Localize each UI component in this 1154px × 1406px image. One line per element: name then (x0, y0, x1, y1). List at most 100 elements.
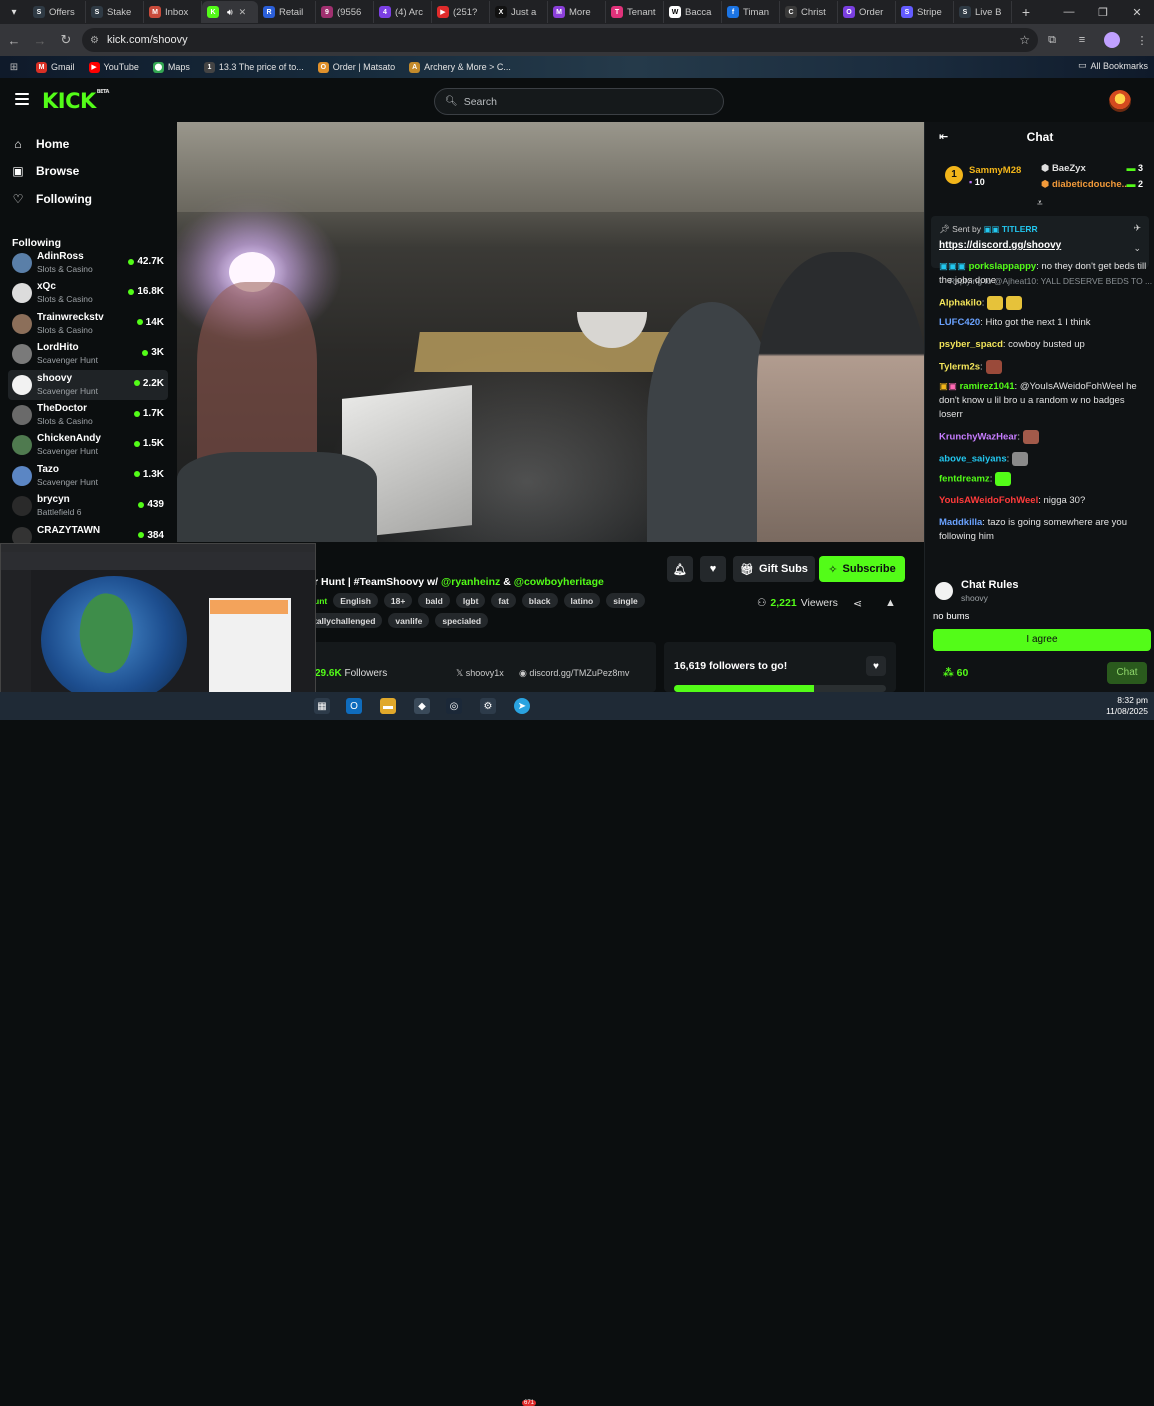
collapse-chat-icon[interactable]: ⇤ (939, 122, 948, 152)
settings-icon[interactable]: ⚙ (480, 698, 496, 714)
extensions-icon[interactable]: ⧉ (1040, 28, 1064, 52)
sidebar-channel-adinross[interactable]: AdinRoss Slots & Casino 42.7K (8, 248, 168, 278)
sidebar-channel-trainwreckstv[interactable]: Trainwreckstv Slots & Casino 14K (8, 309, 168, 339)
x-social-link[interactable]: 𝕏 shoovy1x (456, 668, 504, 679)
address-bar[interactable]: ⚙ kick.com/shoovy ☆ (82, 28, 1038, 52)
outlook-icon[interactable]: O (346, 698, 362, 714)
tab-search-button[interactable]: ▾ (0, 0, 28, 24)
apps-grid-icon[interactable]: ⊞ (2, 55, 26, 79)
discord-social-link[interactable]: ◉ discord.gg/TMZuPez8mv (519, 668, 629, 679)
game-launcher-icon[interactable]: ◆ (414, 698, 430, 714)
nav-browse[interactable]: ▣ Browse (12, 164, 79, 178)
system-clock[interactable]: 8:32 pm 11/08/2025 (1106, 695, 1148, 717)
sidebar-channel-xqc[interactable]: xQc Slots & Casino 16.8K (8, 278, 168, 308)
reload-icon[interactable]: ↻ (54, 28, 78, 52)
telegram-icon[interactable]: ➤ (514, 698, 530, 714)
new-tab-button[interactable]: + (1016, 2, 1036, 22)
close-window-icon[interactable]: ✕ (1120, 6, 1154, 19)
tag-chip[interactable]: 18+ (383, 593, 413, 608)
tag-chip[interactable]: bald (418, 593, 450, 608)
all-bookmarks[interactable]: ▭ All Bookmarks (1078, 60, 1148, 71)
share-icon[interactable]: ⋖ (853, 597, 862, 610)
tag-chip[interactable]: black (521, 593, 558, 608)
send-chat-button[interactable]: Chat (1107, 662, 1147, 684)
sidebar-channel-brycyn[interactable]: brycyn Battlefield 6 439 (8, 491, 168, 521)
follow-heart-button[interactable]: ♥ (700, 556, 726, 582)
maximize-icon[interactable]: ❐ (1086, 6, 1120, 19)
picture-in-picture-window[interactable] (0, 543, 316, 713)
file-explorer-icon[interactable]: ▬ (380, 698, 396, 714)
bookmark-item[interactable]: A Archery & More > C... (409, 61, 511, 73)
profile-avatar[interactable] (1100, 28, 1124, 52)
chat-username[interactable]: above_saiyans (939, 454, 1007, 465)
chat-username[interactable]: Alphakilo (939, 298, 982, 309)
browser-tab[interactable]: S Live B (954, 1, 1012, 23)
chat-username[interactable]: KrunchyWazHear (939, 432, 1017, 443)
nav-following[interactable]: ♡ Following (12, 192, 92, 206)
browser-tab[interactable]: 9 (9556 (316, 1, 374, 23)
browser-tab[interactable]: 4 (4) Arc (374, 1, 432, 23)
nav-home[interactable]: ⌂ Home (12, 137, 69, 151)
bookmark-item[interactable]: ▶ YouTube (88, 61, 139, 73)
tag-chip[interactable]: tallychallenged (314, 613, 383, 628)
tag-chip[interactable]: vanlife (388, 613, 430, 628)
steam-icon[interactable]: ◎ (446, 698, 462, 714)
taskbar-app-icon[interactable]: ▦ (314, 698, 330, 714)
unpin-icon[interactable]: ✈ (1133, 223, 1141, 234)
chat-username[interactable]: Maddkilla (939, 517, 982, 528)
chat-username[interactable]: ramirez1041 (960, 381, 1015, 392)
chat-username[interactable]: Tylerm2s (939, 362, 980, 373)
subscribe-button[interactable]: ✧ Subscribe (819, 556, 905, 582)
tag-chip[interactable]: speciaIed (435, 613, 489, 628)
chat-username[interactable]: psyber_spacd (939, 339, 1003, 350)
chat-username[interactable]: fentdreamz (939, 474, 990, 485)
goal-heart-button[interactable]: ♥ (866, 656, 886, 676)
chat-username[interactable]: porkslappappy (969, 261, 1037, 272)
agree-rules-button[interactable]: I agree (933, 629, 1151, 651)
browser-tab[interactable]: W Bacca (664, 1, 722, 23)
video-player[interactable] (177, 122, 924, 542)
chat-username[interactable]: YouIsAWeidoFohWeel (939, 495, 1038, 506)
browser-tab[interactable]: f Timan (722, 1, 780, 23)
user-avatar[interactable] (1109, 90, 1131, 112)
top-gifter-name[interactable]: SammyM28 (969, 165, 1021, 176)
more-menu-icon[interactable]: ⋮ (1130, 28, 1154, 52)
bookmark-item[interactable]: ⬤ Maps (152, 61, 190, 73)
browser-tab[interactable]: K 🔊︎ ✕ (202, 1, 258, 23)
browser-tab[interactable]: R Retail (258, 1, 316, 23)
kick-logo[interactable]: KICKBETA (42, 89, 109, 113)
bookmark-item[interactable]: 1 13.3 The price of to... (203, 61, 304, 73)
browser-tab[interactable]: M More (548, 1, 606, 23)
site-info-icon[interactable]: ⚙ (90, 35, 99, 46)
browser-tab[interactable]: S Offers (28, 1, 86, 23)
sidebar-channel-thedoctor[interactable]: TheDoctor Slots & Casino 1.7K (8, 400, 168, 430)
gifter-2-name[interactable]: ⬢ BaeZyx (1041, 163, 1086, 174)
browser-tab[interactable]: S Stripe (896, 1, 954, 23)
notifications-bell-button[interactable]: 🔔︎ (667, 556, 693, 582)
tab-audio-icon[interactable]: 🔊︎ (227, 7, 233, 18)
back-icon[interactable]: ← (2, 28, 26, 52)
media-controls-icon[interactable]: ≡ (1070, 28, 1094, 52)
tag-chip[interactable]: single (606, 593, 645, 608)
chat-username[interactable]: LUFC420 (939, 317, 980, 328)
tag-chip[interactable]: lgbt (455, 593, 486, 608)
sidebar-channel-shoovy[interactable]: shoovy Scavenger Hunt 2.2K (8, 369, 168, 400)
browser-tab[interactable]: M Inbox (144, 1, 202, 23)
forward-icon[interactable]: → (28, 28, 52, 52)
chevron-down-icon[interactable]: ⌄ (1133, 243, 1141, 254)
channel-points[interactable]: ⁂ 60 (943, 667, 968, 679)
search-input[interactable]: 🔍︎ Search (434, 88, 724, 115)
browser-tab[interactable]: C Christ (780, 1, 838, 23)
bookmark-star-icon[interactable]: ☆ (1019, 33, 1030, 47)
tag-chip[interactable]: English (333, 593, 378, 608)
browser-tab[interactable]: T Tenant (606, 1, 664, 23)
browser-tab[interactable]: O Order (838, 1, 896, 23)
gift-subs-button[interactable]: 🎁︎ Gift Subs (733, 556, 815, 582)
menu-icon[interactable] (15, 93, 29, 105)
gifter-3-name[interactable]: ⬢ diabeticdouche... (1041, 179, 1130, 190)
bookmark-item[interactable]: M Gmail (36, 61, 75, 73)
report-icon[interactable]: ▲ (885, 597, 896, 609)
mention-ryanheinz[interactable]: @ryanheinz (441, 576, 500, 588)
sidebar-channel-chickenandy[interactable]: ChickenAndy Scavenger Hunt 1.5K (8, 430, 168, 460)
browser-tab[interactable]: ▶ (251? (432, 1, 490, 23)
